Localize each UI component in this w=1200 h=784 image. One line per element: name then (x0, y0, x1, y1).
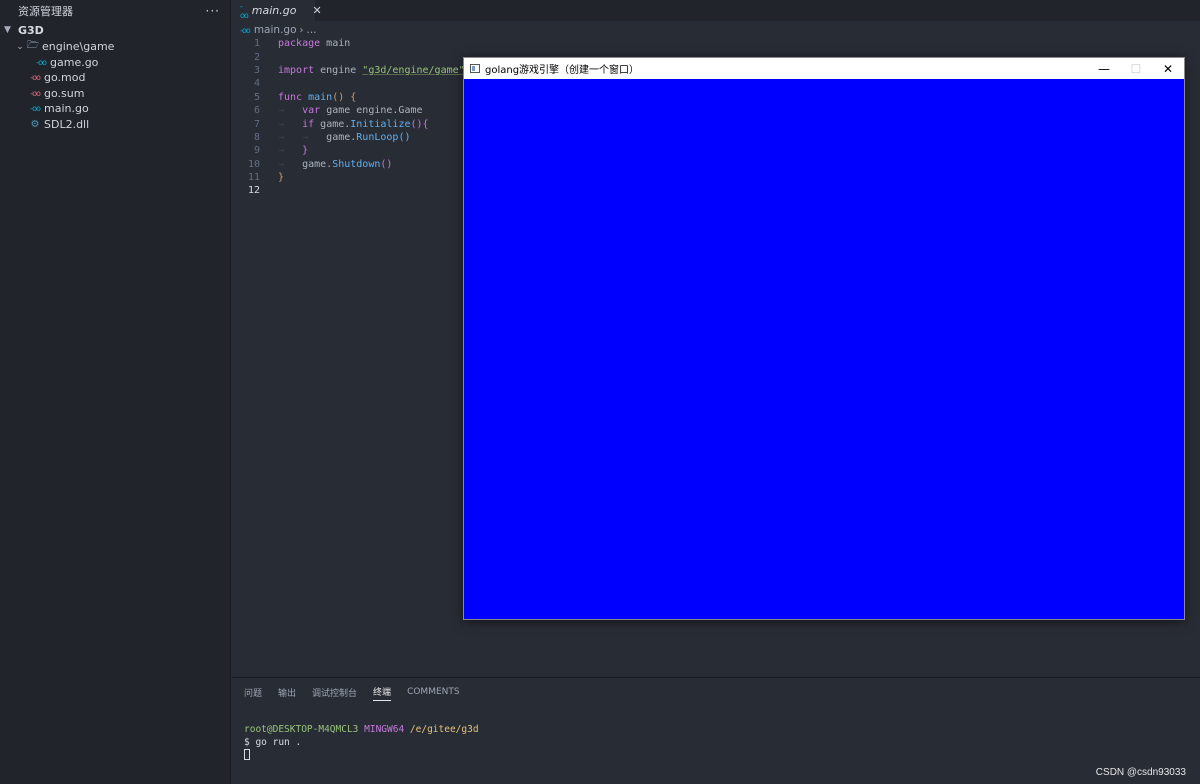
file-tree: ⌄ 🗁 engine\game -oo game.go -oo go.mod -… (0, 39, 230, 132)
tab-comments[interactable]: COMMENTS (407, 685, 460, 701)
line-number: 8 (253, 131, 260, 143)
window-titlebar[interactable]: golang游戏引擎（创建一个窗口） — ☐ ✕ (464, 58, 1184, 79)
gear-icon: ⚙ (30, 118, 40, 130)
code-line: 10 → game.Shutdown() (232, 158, 472, 171)
code-line: 9 → } (232, 144, 472, 157)
terminal[interactable]: root@DESKTOP-M4QMCL3 MINGW64 /e/gitee/g3… (244, 724, 479, 762)
go-file-icon: -oo (240, 25, 251, 35)
maximize-button[interactable]: ☐ (1120, 58, 1152, 79)
app-window-icon (470, 64, 480, 73)
code-line: 5 func main() { (232, 91, 472, 104)
breadcrumb-rest[interactable]: ... (307, 24, 317, 36)
go-file-icon: -oo (36, 57, 47, 67)
tree-file-sdl2-dll[interactable]: ⚙ SDL2.dll (0, 117, 230, 133)
code-text: → game.Shutdown() (278, 158, 393, 170)
tree-item-label: main.go (44, 102, 89, 116)
tree-file-main-go[interactable]: -oo main.go (0, 101, 230, 117)
breadcrumb-file[interactable]: main.go (254, 24, 297, 36)
code-editor[interactable]: 1 package main 2 3 import engine "g3d/engi… (232, 37, 472, 198)
terminal-command: $ go run . (244, 736, 302, 748)
line-number: 4 (253, 78, 260, 90)
tree-item-label: game.go (50, 55, 99, 69)
line-number: 3 (253, 64, 260, 76)
window-title: golang游戏引擎（创建一个窗口） (485, 65, 640, 76)
close-window-button[interactable]: ✕ (1152, 58, 1184, 79)
tab-main-go[interactable]: -oo main.go ✕ (232, 0, 322, 21)
go-sum-icon: -oo (30, 88, 41, 98)
line-number: 1 (253, 38, 260, 50)
game-window[interactable]: golang游戏引擎（创建一个窗口） — ☐ ✕ (463, 57, 1185, 620)
code-text: } (278, 172, 285, 184)
tree-file-go-sum[interactable]: -oo go.sum (0, 86, 230, 102)
line-number: 11 (247, 172, 260, 184)
code-text: → } (278, 145, 309, 157)
tab-terminal[interactable]: 终端 (373, 685, 392, 701)
code-line: 11} (232, 171, 472, 184)
window-controls: — ☐ ✕ (1088, 58, 1184, 79)
chevron-down-icon: ⌄ (16, 41, 24, 52)
chevron-down-icon: ▼ (4, 25, 11, 35)
more-actions-icon[interactable]: ··· (206, 4, 220, 18)
line-number: 9 (253, 145, 260, 157)
tab-debug-console[interactable]: 调试控制台 (312, 685, 357, 701)
tab-output[interactable]: 输出 (278, 685, 296, 701)
tree-folder-engine-game[interactable]: ⌄ 🗁 engine\game (0, 39, 230, 55)
terminal-prompt-line: root@DESKTOP-M4QMCL3 MINGW64 /e/gitee/g3… (244, 724, 479, 737)
folder-open-icon: 🗁 (26, 40, 40, 52)
code-line: 7 → if game.Initialize(){ (232, 117, 472, 130)
explorer-header: 资源管理器 ··· (0, 0, 230, 22)
watermark: CSDN @csdn93033 (1095, 767, 1186, 778)
code-line: 8 → → game.RunLoop() (232, 131, 472, 144)
terminal-cursor-line (244, 749, 479, 762)
tree-item-label: go.sum (44, 86, 85, 100)
line-number: 7 (253, 118, 260, 130)
close-tab-icon[interactable]: ✕ (312, 4, 321, 17)
tree-item-label: engine\game (42, 40, 115, 54)
terminal-cursor (244, 749, 250, 760)
line-number: 12 (247, 185, 260, 197)
terminal-user: root@DESKTOP-M4QMCL3 (244, 724, 359, 735)
code-text: → → game.RunLoop() (278, 131, 411, 143)
code-line: 1 package main (232, 37, 472, 50)
tree-file-go-mod[interactable]: -oo go.mod (0, 70, 230, 86)
tree-file-game-go[interactable]: -oo game.go (0, 55, 230, 71)
code-line: 12 (232, 184, 472, 197)
line-number: 6 (253, 105, 260, 117)
code-line: 3 import engine "g3d/engine/game" (232, 64, 472, 77)
editor-tabbar: -oo main.go ✕ (232, 0, 1200, 21)
line-number: 5 (253, 91, 260, 103)
minimize-button[interactable]: — (1088, 58, 1120, 79)
tab-problems[interactable]: 问题 (244, 685, 262, 701)
terminal-path: /e/gitee/g3d (409, 724, 479, 735)
explorer-sidebar: 资源管理器 ··· ▼ G3D ⌄ 🗁 engine\game -oo game… (0, 0, 231, 784)
chevron-right-icon: › (299, 24, 304, 36)
go-file-icon: -oo (240, 1, 249, 20)
go-file-icon: -oo (30, 104, 41, 114)
code-text: → if game.Initialize(){ (278, 118, 429, 130)
breadcrumb: -oo main.go › ... (240, 23, 317, 37)
go-mod-icon: -oo (30, 73, 41, 83)
game-canvas[interactable] (464, 79, 1184, 619)
code-text: import engine "g3d/engine/game" (278, 64, 465, 76)
workspace-section-header[interactable]: ▼ G3D (0, 22, 230, 38)
code-text: package main (278, 38, 351, 50)
tab-label: main.go (251, 4, 297, 17)
code-line: 6 → var game engine.Game (232, 104, 472, 117)
panel-tabs: 问题 输出 调试控制台 终端 COMMENTS (244, 685, 476, 701)
explorer-title: 资源管理器 (18, 5, 73, 18)
bottom-panel: 问题 输出 调试控制台 终端 COMMENTS root@DESKTOP-M4Q… (232, 677, 1200, 784)
code-text: func main() { (278, 91, 357, 103)
tree-item-label: go.mod (44, 71, 86, 85)
code-text: → var game engine.Game (278, 105, 423, 117)
tree-item-label: SDL2.dll (44, 117, 90, 131)
workspace-name: G3D (18, 23, 44, 37)
line-number: 2 (253, 51, 260, 63)
code-line: 4 (232, 77, 472, 90)
terminal-shell: MINGW64 (364, 724, 405, 735)
code-line: 2 (232, 50, 472, 63)
line-number: 10 (247, 158, 260, 170)
